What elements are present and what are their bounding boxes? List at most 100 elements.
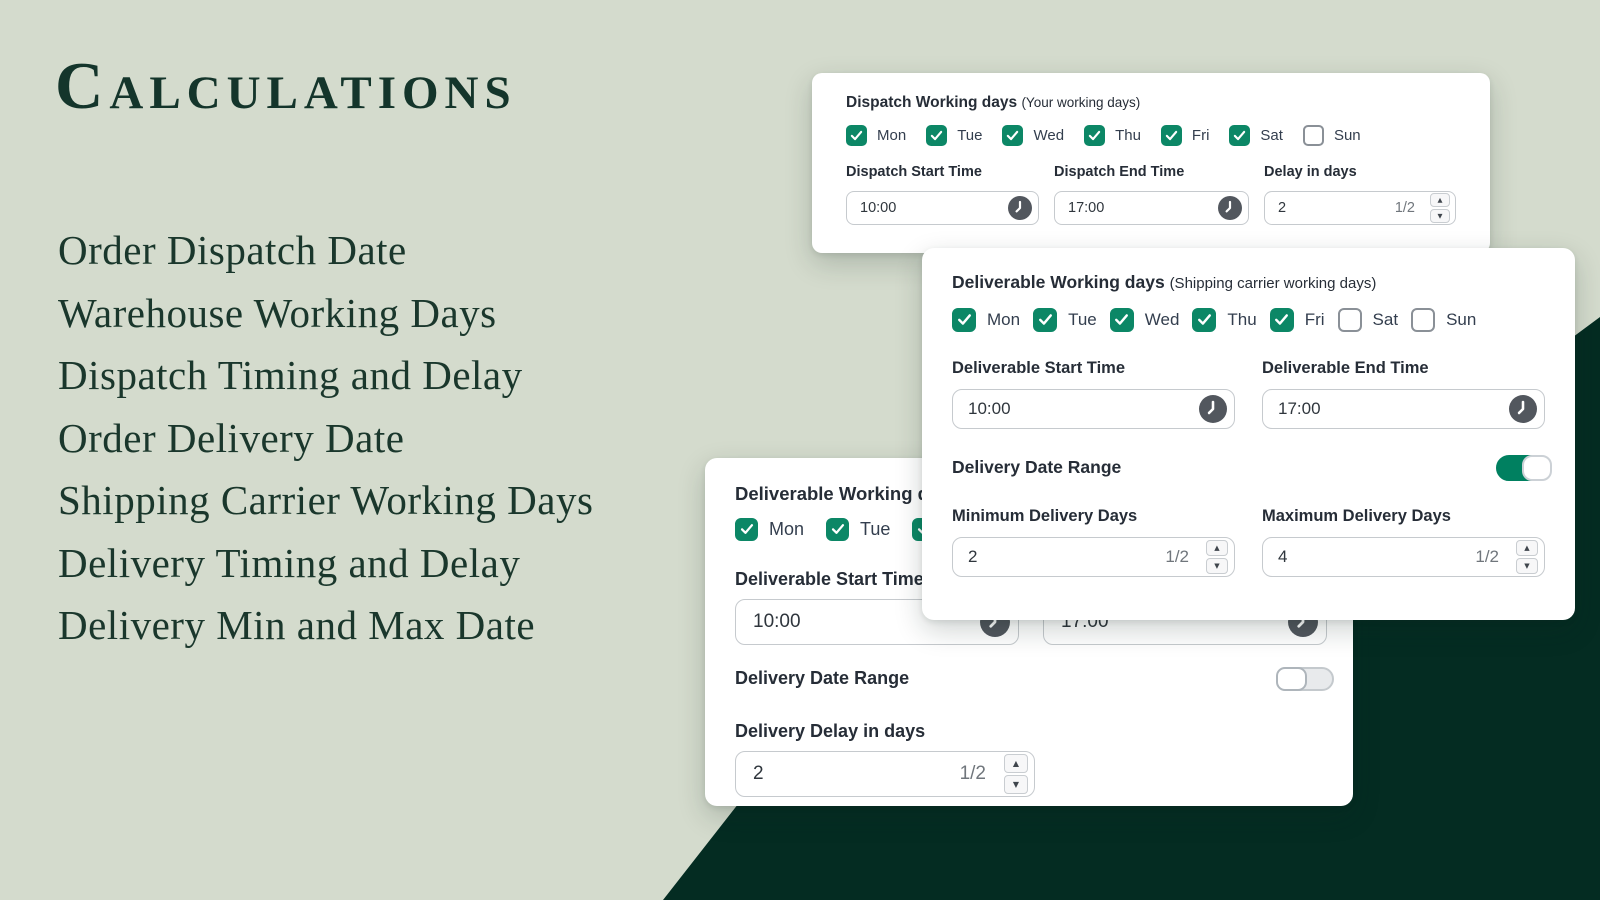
- dispatch-start-label: Dispatch Start Time: [846, 164, 982, 180]
- delivery-range-label: Delivery Date Range: [735, 668, 910, 688]
- delivery-date-range-toggle[interactable]: [1276, 667, 1334, 691]
- min-delivery-days-input[interactable]: 2 1/2 ▲ ▼: [952, 537, 1235, 577]
- step-fraction-label: 1/2: [959, 763, 986, 784]
- day-label: Mon: [877, 126, 907, 144]
- day-checkbox[interactable]: [1269, 307, 1294, 332]
- day-label: Tue: [1068, 309, 1097, 329]
- deliverable-title-text: Deliverable Working days: [952, 272, 1165, 292]
- number-spinner: ▲ ▼: [1206, 540, 1228, 574]
- day-checkbox[interactable]: [1192, 307, 1217, 332]
- spinner-up-button[interactable]: ▲: [1206, 540, 1228, 556]
- day-label: Fri: [1191, 126, 1210, 144]
- day-checkbox[interactable]: [1411, 307, 1436, 332]
- day-label: Wed: [1033, 126, 1065, 144]
- deliverable-settings-card: Deliverable Working days (Shipping carri…: [922, 248, 1575, 620]
- day-checkbox[interactable]: [846, 124, 867, 146]
- spinner-down-button[interactable]: ▼: [1004, 775, 1028, 794]
- day-group: Mon: [735, 517, 805, 541]
- day-checkbox[interactable]: [1160, 124, 1182, 146]
- day-label: Sun: [1333, 126, 1361, 144]
- dispatch-delay-label: Delay in days: [1264, 164, 1357, 180]
- day-checkbox[interactable]: [1002, 124, 1024, 146]
- day-label: Tue: [860, 518, 891, 539]
- deliverable-end-time-input[interactable]: 17:00: [1262, 389, 1545, 429]
- day-label: Tue: [957, 126, 983, 144]
- day-checkbox[interactable]: [1033, 307, 1058, 332]
- deliverable-start-time-input[interactable]: 10:00: [952, 389, 1235, 429]
- day-label: Mon: [769, 518, 805, 539]
- toggle-knob: [1522, 455, 1552, 481]
- spinner-up-button[interactable]: ▲: [1004, 754, 1028, 773]
- day-group: Sun: [1302, 124, 1361, 146]
- day-group: Thu: [1192, 307, 1257, 332]
- dispatch-title-text: Dispatch Working days: [846, 94, 1018, 111]
- day-group: Tue: [826, 517, 891, 541]
- day-group: Sun: [1411, 307, 1477, 332]
- day-checkbox[interactable]: [1109, 307, 1134, 332]
- day-group: Sat: [1337, 307, 1399, 332]
- feature-item: Order Delivery Date: [58, 414, 405, 461]
- day-label: Wed: [1144, 309, 1180, 329]
- max-delivery-days-label: Maximum Delivery Days: [1262, 507, 1451, 525]
- feature-item: Dispatch Timing and Delay: [58, 352, 523, 398]
- day-checkbox[interactable]: [952, 307, 976, 332]
- day-group: Fri: [1160, 124, 1210, 146]
- deliverable-end-label: Deliverable End Time: [1262, 359, 1429, 377]
- clock-icon[interactable]: [1218, 196, 1242, 220]
- deliverable-date-range-row: Delivery Date Range: [952, 455, 1552, 481]
- delivery-delay-input[interactable]: 2 1/2 ▲ ▼: [735, 751, 1035, 797]
- dispatch-delay-input[interactable]: 2 1/2 ▲ ▼: [1264, 191, 1456, 225]
- dispatch-end-field: Dispatch End Time 17:00: [1054, 164, 1249, 225]
- day-group: Sat: [1229, 124, 1283, 146]
- clock-icon[interactable]: [1008, 196, 1032, 220]
- dispatch-start-field: Dispatch Start Time 10:00: [846, 164, 1039, 225]
- day-checkbox[interactable]: [1302, 124, 1324, 146]
- spinner-down-button[interactable]: ▼: [1516, 558, 1538, 574]
- day-checkbox[interactable]: [826, 517, 850, 541]
- clock-icon[interactable]: [1509, 395, 1537, 423]
- day-label: Thu: [1115, 126, 1141, 144]
- day-group: Thu: [1084, 124, 1141, 146]
- dispatch-end-label: Dispatch End Time: [1054, 164, 1185, 180]
- dispatch-end-time-input[interactable]: 17:00: [1054, 191, 1249, 225]
- day-checkbox[interactable]: [735, 517, 758, 541]
- page: Calculations Order Dispatch Date Warehou…: [0, 0, 1600, 900]
- spinner-down-button[interactable]: ▼: [1430, 209, 1450, 223]
- day-label: Fri: [1304, 309, 1325, 329]
- day-label: Mon: [987, 309, 1021, 329]
- feature-item: Delivery Timing and Delay: [58, 539, 521, 586]
- deliverable-card-title: Deliverable Working days (Shipping carri…: [952, 272, 1545, 293]
- day-label: Sat: [1372, 309, 1399, 329]
- max-delivery-days-input[interactable]: 4 1/2 ▲ ▼: [1262, 537, 1545, 577]
- spinner-down-button[interactable]: ▼: [1206, 558, 1228, 574]
- page-title: Calculations: [55, 49, 517, 123]
- toggle-knob: [1276, 667, 1307, 691]
- feature-list: Order Dispatch Date Warehouse Working Da…: [58, 219, 593, 657]
- delivery-date-range-toggle[interactable]: [1496, 455, 1552, 481]
- day-label: Sat: [1260, 126, 1283, 144]
- number-spinner: ▲ ▼: [1004, 754, 1028, 794]
- step-fraction-label: 1/2: [1165, 547, 1189, 566]
- min-delivery-days-label: Minimum Delivery Days: [952, 507, 1138, 525]
- dispatch-title-note: (Your working days): [1021, 95, 1141, 110]
- day-checkbox[interactable]: [1337, 307, 1362, 332]
- spinner-up-button[interactable]: ▲: [1516, 540, 1538, 556]
- day-checkbox[interactable]: [1229, 124, 1251, 146]
- number-spinner: ▲ ▼: [1430, 193, 1450, 223]
- day-group: Mon: [952, 307, 1021, 332]
- feature-item: Shipping Carrier Working Days: [58, 477, 594, 523]
- delivery-delay-label: Delivery Delay in days: [735, 721, 926, 741]
- day-label: Thu: [1227, 309, 1257, 329]
- dispatch-start-time-input[interactable]: 10:00: [846, 191, 1039, 225]
- day-checkbox[interactable]: [1084, 124, 1106, 146]
- day-group: Wed: [1002, 124, 1065, 146]
- clock-icon[interactable]: [1199, 395, 1227, 423]
- deliverable-days-row: Mon Tue Wed Thu Fri Sat Sun: [952, 305, 1545, 334]
- dispatch-settings-card: Dispatch Working days (Your working days…: [812, 73, 1490, 253]
- deliverable-range-label: Delivery Date Range: [952, 457, 1122, 477]
- spinner-up-button[interactable]: ▲: [1430, 193, 1450, 207]
- day-label: Sun: [1446, 309, 1477, 329]
- step-fraction-label: 1/2: [1475, 547, 1499, 566]
- feature-item: Warehouse Working Days: [58, 289, 497, 336]
- day-checkbox[interactable]: [926, 124, 948, 146]
